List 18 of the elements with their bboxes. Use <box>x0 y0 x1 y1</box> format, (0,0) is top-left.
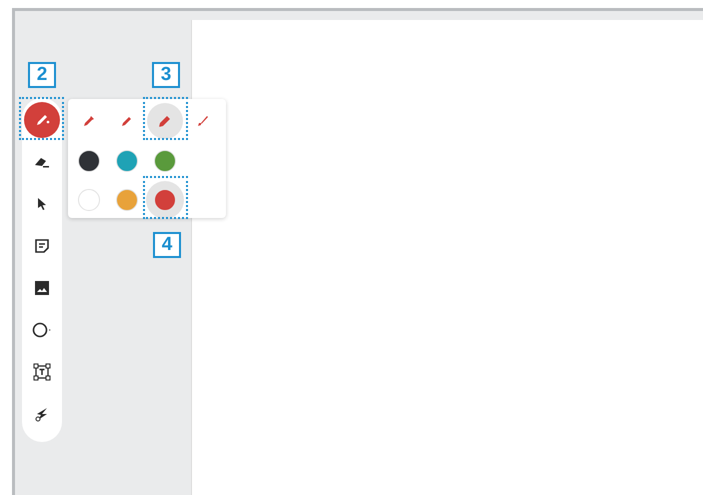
cursor-icon <box>36 197 48 211</box>
note-icon <box>34 238 50 254</box>
highlight-frame <box>143 97 188 140</box>
highlight-frame <box>19 97 64 140</box>
callout-number: 3 <box>152 62 180 88</box>
callout-number: 4 <box>153 232 181 258</box>
eraser-icon <box>33 155 51 169</box>
highlight-frame <box>143 176 188 219</box>
circle-icon <box>32 321 52 339</box>
image-icon <box>34 280 50 296</box>
brush-icon <box>196 114 210 128</box>
text-box-icon <box>33 363 51 381</box>
callout-number: 2 <box>28 62 56 88</box>
pen-tool-button[interactable] <box>24 102 60 138</box>
pen-icon <box>120 114 134 128</box>
marker-icon <box>82 114 96 128</box>
laser-pointer-icon <box>34 406 50 422</box>
pen-icon <box>34 112 50 128</box>
